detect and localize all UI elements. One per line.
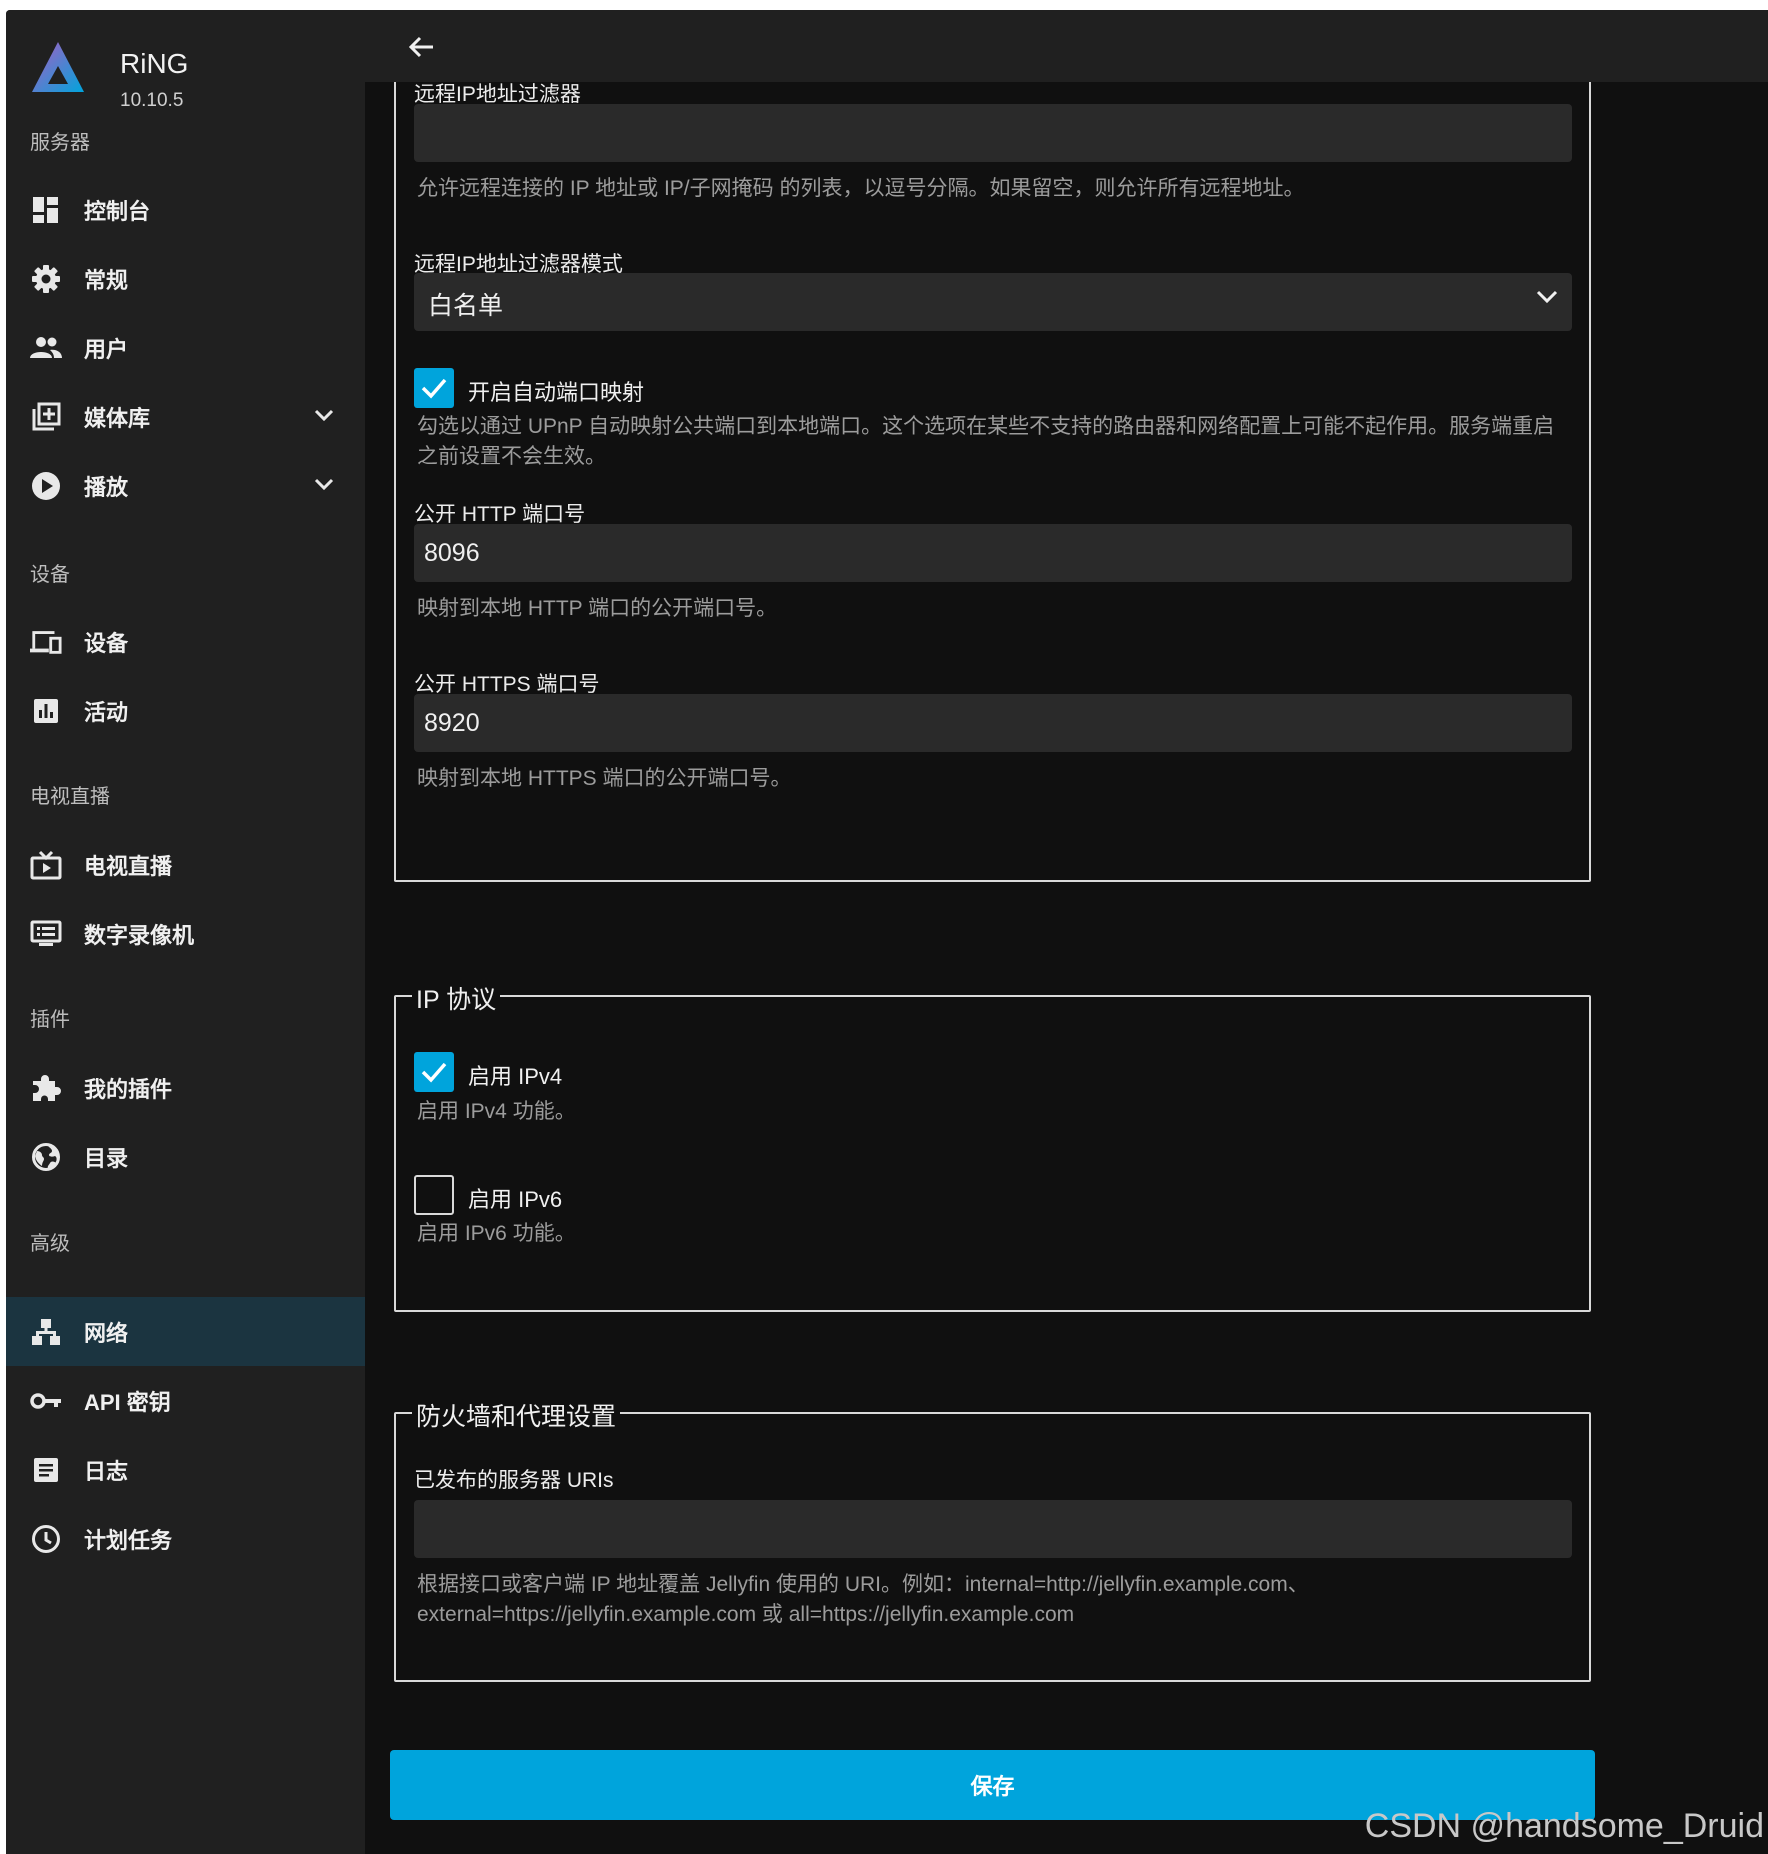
sidebar-item-label: 网络: [84, 1320, 129, 1346]
sidebar-item-general[interactable]: 常规: [6, 244, 365, 313]
server-uris-help-line2: external=https://jellyfin.example.com 或 …: [417, 1603, 1075, 1626]
sidebar-item-label: 活动: [84, 699, 129, 725]
app-name: RiNG: [120, 48, 189, 79]
firewall-legend: 防火墙和代理设置: [412, 1397, 621, 1433]
upnp-help: 勾选以通过 UPnP 自动映射公共端口到本地端口。这个选项在某些不支持的路由器和…: [417, 415, 1555, 468]
watermark: CSDN @handsome_Druid: [1364, 1807, 1764, 1845]
chevron-down-icon[interactable]: [314, 477, 334, 495]
sidebar-item-label: 播放: [84, 474, 129, 500]
ipv4-checkbox-row[interactable]: 启用 IPv4: [414, 1052, 614, 1092]
server-uris-input[interactable]: [414, 1500, 1572, 1558]
section-plugins: 插件: [30, 1009, 70, 1031]
section-server: 服务器: [30, 132, 90, 154]
sidebar-item-networking[interactable]: 网络: [6, 1297, 365, 1366]
sidebar-item-playback[interactable]: 播放: [6, 451, 365, 520]
dashboard-icon: [30, 194, 62, 226]
sidebar-item-label: 目录: [84, 1145, 129, 1171]
chevron-down-icon[interactable]: [314, 408, 334, 426]
sidebar-item-api-keys[interactable]: API 密钥: [6, 1366, 365, 1435]
sidebar-item-users[interactable]: 用户: [6, 313, 365, 382]
bar-chart-icon: [30, 695, 62, 727]
section-advanced: 高级: [30, 1233, 70, 1255]
clock-icon: [30, 1523, 62, 1555]
ip-filter-help: 允许远程连接的 IP 地址或 IP/子网掩码 的列表，以逗号分隔。如果留空，则允…: [417, 177, 1305, 200]
filter-mode-select[interactable]: 白名单: [414, 273, 1572, 331]
ipv4-label: 启用 IPv4: [468, 1064, 563, 1089]
ipv6-help: 启用 IPv6 功能。: [417, 1222, 576, 1245]
logo-icon: [32, 42, 84, 92]
firewall-section: 防火墙和代理设置 已发布的服务器 URIs 根据接口或客户端 IP 地址覆盖 J…: [394, 1397, 1591, 1682]
sidebar-item-label: 用户: [84, 336, 129, 362]
sidebar-item-dashboard[interactable]: 控制台: [6, 175, 365, 244]
upnp-label: 开启自动端口映射: [468, 380, 645, 405]
upnp-checkbox[interactable]: [414, 368, 454, 408]
sidebar-item-catalog[interactable]: 目录: [6, 1122, 365, 1191]
sidebar-item-label: 数字录像机: [84, 922, 195, 948]
https-port-input[interactable]: [414, 694, 1572, 752]
ipv6-checkbox[interactable]: [414, 1175, 454, 1215]
top-bar: [365, 10, 1768, 82]
section-livetv: 电视直播: [30, 786, 110, 808]
filter-mode-value: 白名单: [428, 292, 504, 320]
https-port-help: 映射到本地 HTTPS 端口的公开端口号。: [417, 767, 792, 790]
people-icon: [30, 332, 62, 364]
server-uris-help-line1: 根据接口或客户端 IP 地址覆盖 Jellyfin 使用的 URI。例如：int…: [417, 1573, 1309, 1596]
section-devices: 设备: [30, 564, 70, 586]
main-content: 远程IP地址过滤器 允许远程连接的 IP 地址或 IP/子网掩码 的列表，以逗号…: [365, 62, 1768, 1854]
remote-access-section: 远程IP地址过滤器 允许远程连接的 IP 地址或 IP/子网掩码 的列表，以逗号…: [394, 62, 1591, 882]
ipv4-checkbox[interactable]: [414, 1052, 454, 1092]
checkmark-icon: [421, 1062, 447, 1083]
checkmark-icon: [421, 378, 447, 399]
ipv6-checkbox-row[interactable]: 启用 IPv6: [414, 1175, 614, 1215]
live-tv-icon: [30, 849, 62, 881]
http-port-help: 映射到本地 HTTP 端口的公开端口号。: [417, 597, 778, 620]
server-uris-label: 已发布的服务器 URIs: [414, 1469, 614, 1492]
sidebar-item-label: 控制台: [84, 198, 151, 224]
ipv4-help: 启用 IPv4 功能。: [417, 1100, 576, 1123]
network-icon: [30, 1316, 62, 1348]
ip-protocols-legend: IP 协议: [412, 980, 501, 1016]
sidebar-item-livetv[interactable]: 电视直播: [6, 830, 365, 899]
sidebar: RiNG 10.10.5 服务器 控制台 常规 用户 媒体库 播放 设备 设备 …: [6, 10, 365, 1854]
ip-filter-input[interactable]: [414, 104, 1572, 162]
devices-icon: [30, 626, 62, 658]
sidebar-item-libraries[interactable]: 媒体库: [6, 382, 365, 451]
sidebar-item-scheduled-tasks[interactable]: 计划任务: [6, 1504, 365, 1573]
key-icon: [30, 1385, 62, 1417]
sidebar-item-label: 电视直播: [84, 853, 173, 879]
sidebar-item-my-plugins[interactable]: 我的插件: [6, 1053, 365, 1122]
chevron-down-icon: [1536, 290, 1558, 309]
back-arrow-icon[interactable]: [405, 30, 439, 64]
ip-protocols-section: IP 协议 启用 IPv4 启用 IPv4 功能。 启用 IPv6 启用 IPv…: [394, 980, 1591, 1312]
app-version: 10.10.5: [120, 90, 184, 111]
sidebar-item-dvr[interactable]: 数字录像机: [6, 899, 365, 968]
sidebar-item-label: 设备: [84, 630, 129, 656]
gear-icon: [30, 263, 62, 295]
sidebar-item-label: 日志: [84, 1458, 129, 1484]
sidebar-item-label: 媒体库: [84, 405, 151, 431]
document-icon: [30, 1454, 62, 1486]
upnp-checkbox-row[interactable]: 开启自动端口映射: [414, 368, 714, 408]
library-add-icon: [30, 401, 62, 433]
puzzle-icon: [30, 1072, 62, 1104]
sidebar-item-label: 计划任务: [84, 1527, 173, 1553]
ipv6-label: 启用 IPv6: [468, 1187, 563, 1212]
app-window: RiNG 10.10.5 服务器 控制台 常规 用户 媒体库 播放 设备 设备 …: [6, 10, 1768, 1854]
sidebar-item-devices[interactable]: 设备: [6, 607, 365, 676]
globe-icon: [30, 1141, 62, 1173]
play-circle-icon: [30, 470, 62, 502]
sidebar-item-label: 常规: [84, 267, 129, 293]
sidebar-item-label: 我的插件: [84, 1076, 173, 1102]
http-port-input[interactable]: [414, 524, 1572, 582]
sidebar-item-logs[interactable]: 日志: [6, 1435, 365, 1504]
sidebar-item-label: API 密钥: [84, 1389, 171, 1415]
dvr-icon: [30, 918, 62, 950]
sidebar-item-activity[interactable]: 活动: [6, 676, 365, 745]
